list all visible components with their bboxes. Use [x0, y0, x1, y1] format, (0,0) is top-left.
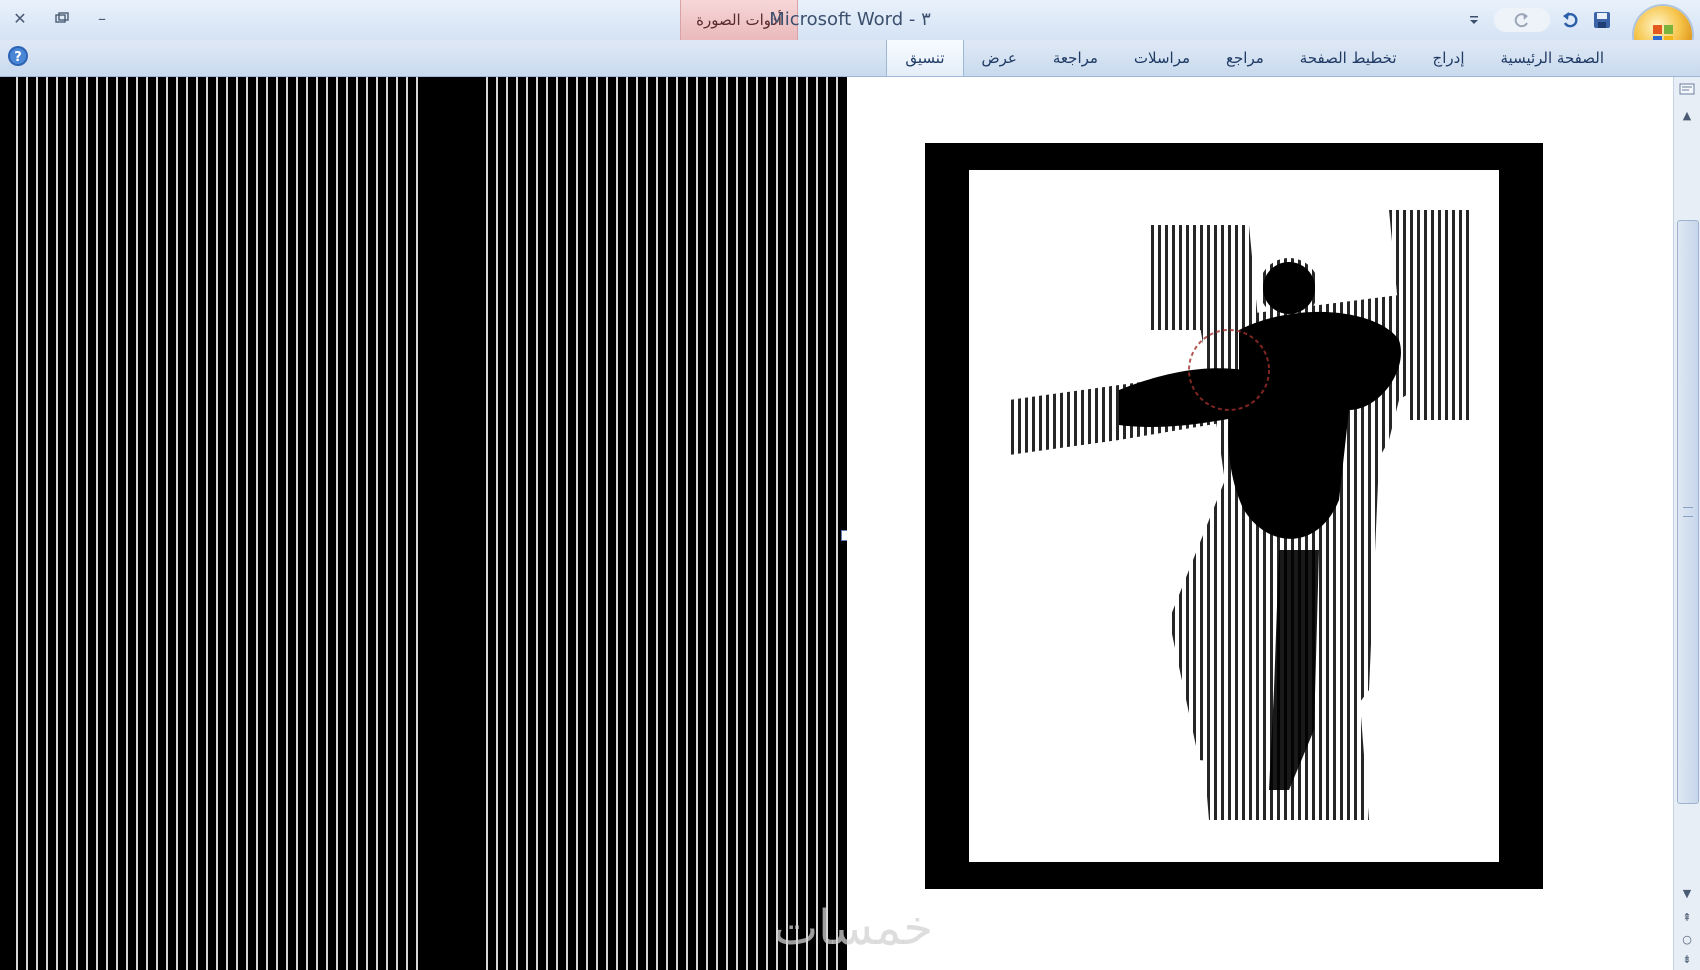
tab-mailings[interactable]: مراسلات — [1116, 40, 1208, 76]
undo-icon[interactable] — [1558, 8, 1582, 32]
tab-references[interactable]: مراجع — [1208, 40, 1282, 76]
svg-text:?: ? — [14, 50, 22, 65]
watermark-logo: خمسات — [772, 900, 934, 956]
minimize-icon[interactable]: – — [90, 8, 114, 30]
restore-icon[interactable] — [50, 8, 74, 30]
document-page — [847, 77, 1673, 970]
help-icon[interactable]: ? — [7, 45, 29, 67]
scroll-thumb[interactable] — [1677, 220, 1699, 804]
tab-page-layout[interactable]: تخطيط الصفحة — [1282, 40, 1415, 76]
scroll-up-icon[interactable]: ▲ — [1676, 105, 1698, 125]
silhouette-image[interactable] — [969, 170, 1499, 862]
save-icon[interactable] — [1590, 8, 1614, 32]
vertical-scrollbar[interactable]: ▲ ▼ ⇞ ○ ⇟ — [1673, 77, 1700, 970]
picture-tools-label: أدوات الصورة — [696, 11, 782, 29]
previous-page-icon[interactable]: ⇞ — [1676, 907, 1698, 927]
striped-silhouette — [1009, 210, 1469, 820]
window-title: Microsoft Word - ٣ — [769, 9, 931, 30]
ribbon-tabs: الصفحة الرئيسية إدراج تخطيط الصفحة مراجع… — [886, 40, 1622, 76]
close-icon[interactable]: ✕ — [8, 8, 32, 30]
customize-icon[interactable] — [1462, 8, 1486, 32]
tab-insert[interactable]: إدراج — [1415, 40, 1483, 76]
scroll-down-icon[interactable]: ▼ — [1676, 883, 1698, 903]
tab-review[interactable]: مراجعة — [1035, 40, 1116, 76]
quick-access-toolbar — [1462, 6, 1614, 34]
next-page-icon[interactable]: ⇟ — [1676, 949, 1698, 969]
redo-icon[interactable] — [1494, 8, 1550, 32]
stripe-grating-image[interactable] — [0, 77, 847, 970]
image-frame — [925, 143, 1543, 889]
tab-home[interactable]: الصفحة الرئيسية — [1483, 40, 1623, 76]
picture-tools-context-tab: أدوات الصورة — [680, 0, 798, 40]
tab-view[interactable]: عرض — [964, 40, 1035, 76]
browse-object-icon[interactable]: ○ — [1676, 929, 1698, 949]
stripe-pattern — [8, 77, 841, 970]
tab-format[interactable]: تنسيق — [886, 40, 964, 76]
title-bar: ✕ – أدوات الصورة Microsoft Word - ٣ — [0, 0, 1700, 41]
ruler-toggle-icon[interactable] — [1676, 79, 1698, 99]
ribbon-tab-bar: ? الصفحة الرئيسية إدراج تخطيط الصفحة مرا… — [0, 40, 1700, 77]
